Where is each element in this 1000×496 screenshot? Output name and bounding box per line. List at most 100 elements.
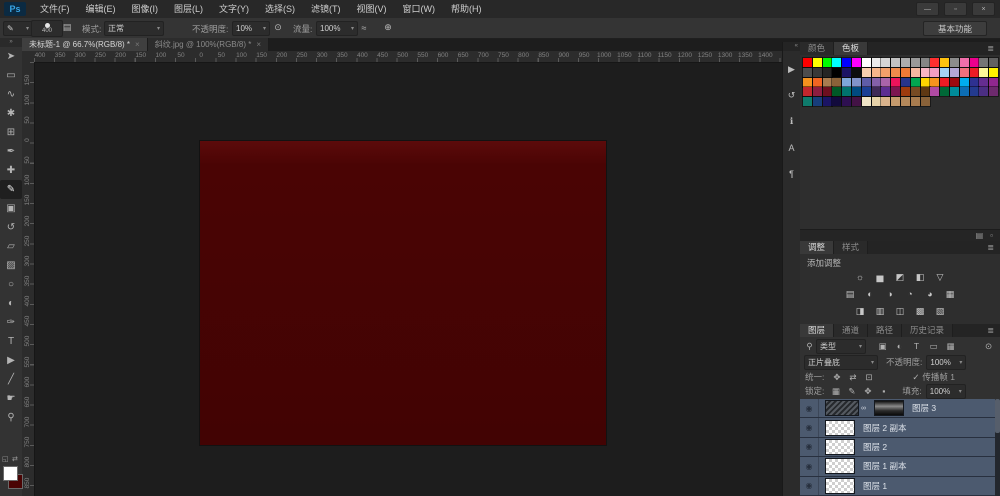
filter-adjustment-layers-icon[interactable]: ◐: [893, 341, 906, 352]
color-swatch[interactable]: [978, 86, 990, 98]
lock-image-pixels-icon[interactable]: ✎: [845, 386, 858, 397]
restore-button[interactable]: ▫: [944, 2, 967, 16]
menu-item-edit[interactable]: 编辑(E): [78, 0, 124, 18]
color-swatch[interactable]: [988, 86, 1000, 98]
color-swatch[interactable]: [860, 86, 872, 98]
expand-dock-button[interactable]: «: [783, 42, 800, 51]
propagate-check-icon[interactable]: ✓: [909, 372, 922, 383]
color-swatch[interactable]: [919, 66, 931, 78]
color-swatch[interactable]: [870, 86, 882, 98]
color-swatch[interactable]: [870, 66, 882, 78]
color-swatch[interactable]: [988, 76, 1000, 88]
path-selection-tool[interactable]: ▶: [0, 351, 22, 370]
color-swatch[interactable]: [890, 86, 902, 98]
color-swatch[interactable]: [860, 96, 872, 108]
line-shape-tool[interactable]: ╱: [0, 370, 22, 389]
tool-preset-picker[interactable]: ✎ ▾: [3, 21, 33, 36]
default-colors-icon[interactable]: ◱: [2, 455, 9, 463]
horizontal-ruler[interactable]: 400 350 300 250 200 150 100 50 0 50 100 150 200 250 30…: [34, 51, 782, 63]
color-swatch[interactable]: [870, 96, 882, 108]
swap-colors-icon[interactable]: ⇄: [12, 455, 18, 463]
color-swatch[interactable]: [899, 66, 911, 78]
filter-shape-layers-icon[interactable]: ▭: [927, 341, 940, 352]
foreground-color-swatch[interactable]: [3, 466, 18, 481]
visibility-toggle[interactable]: ◉: [800, 476, 819, 495]
filter-type-layers-icon[interactable]: T: [910, 341, 923, 352]
channel-mixer-icon[interactable]: ◕: [923, 288, 937, 300]
color-swatch[interactable]: [860, 76, 872, 88]
menu-item-image[interactable]: 图像(I): [124, 0, 167, 18]
layer-row[interactable]: ◉ ∞ 图层 3: [800, 399, 1000, 419]
color-swatch[interactable]: [968, 86, 980, 98]
color-swatch[interactable]: [821, 86, 833, 98]
filter-pixel-layers-icon[interactable]: ▣: [876, 341, 889, 352]
color-swatch[interactable]: [821, 96, 833, 108]
color-swatch[interactable]: [811, 76, 823, 88]
menu-item-type[interactable]: 文字(Y): [211, 0, 257, 18]
color-swatch[interactable]: [850, 86, 862, 98]
color-swatch[interactable]: [841, 86, 853, 98]
panel-menu-icon[interactable]: ≣: [987, 324, 998, 337]
color-swatch[interactable]: [811, 66, 823, 78]
color-swatch[interactable]: [811, 57, 823, 68]
history-brush-tool[interactable]: ↺: [0, 218, 22, 237]
move-tool[interactable]: ➤: [0, 47, 22, 66]
color-swatch[interactable]: [880, 57, 892, 68]
eyedropper-tool[interactable]: ✒: [0, 142, 22, 161]
color-swatch[interactable]: [939, 76, 951, 88]
color-swatch[interactable]: [811, 86, 823, 98]
color-swatch[interactable]: [802, 86, 813, 98]
panel-menu-icon[interactable]: ≣: [987, 241, 998, 254]
color-swatch[interactable]: [919, 76, 931, 88]
curves-icon[interactable]: ◩: [893, 271, 907, 283]
color-swatch[interactable]: [988, 57, 1000, 68]
color-swatch[interactable]: [841, 96, 853, 108]
layer-thumbnail[interactable]: [825, 458, 855, 475]
quick-mask-button[interactable]: ◎: [0, 492, 22, 496]
color-swatch[interactable]: [821, 57, 833, 68]
color-swatch[interactable]: [929, 57, 941, 68]
color-swatch[interactable]: [948, 86, 960, 98]
color-swatch[interactable]: [821, 66, 833, 78]
document-tab-1[interactable]: 未标题-1 @ 66.7%(RGB/8) * ×: [22, 38, 148, 51]
color-swatch[interactable]: [958, 86, 970, 98]
color-swatch[interactable]: [909, 57, 921, 68]
character-panel-icon[interactable]: A: [783, 140, 800, 155]
color-swatch[interactable]: [968, 66, 980, 78]
layer-filter-type-select[interactable]: 类型 ▾: [816, 338, 866, 354]
document-tab-2[interactable]: 斜纹.jpg @ 100%(RGB/8) * ×: [147, 38, 269, 51]
menu-item-window[interactable]: 窗口(W): [395, 0, 444, 18]
color-swatch[interactable]: [899, 86, 911, 98]
color-swatch[interactable]: [958, 66, 970, 78]
color-lookup-icon[interactable]: ▦: [943, 288, 957, 300]
color-swatch[interactable]: [802, 66, 813, 78]
color-swatch[interactable]: [850, 66, 862, 78]
black-white-icon[interactable]: ◑: [883, 288, 897, 300]
color-swatch[interactable]: [821, 76, 833, 88]
tab-close-icon[interactable]: ×: [256, 40, 261, 49]
color-balance-icon[interactable]: ◐: [863, 288, 877, 300]
pen-tool[interactable]: ✑: [0, 313, 22, 332]
color-swatch[interactable]: [968, 57, 980, 68]
minimize-button[interactable]: —: [916, 2, 939, 16]
color-swatch[interactable]: [831, 57, 843, 68]
color-swatch[interactable]: [948, 57, 960, 68]
color-swatch[interactable]: [880, 66, 892, 78]
visibility-toggle[interactable]: ◉: [800, 399, 819, 418]
color-swatch[interactable]: [909, 66, 921, 78]
color-swatch[interactable]: [841, 57, 853, 68]
color-swatch[interactable]: [929, 86, 941, 98]
color-swatch[interactable]: [880, 76, 892, 88]
hand-tool[interactable]: ☛: [0, 389, 22, 408]
eraser-tool[interactable]: ▱: [0, 237, 22, 256]
layer-row[interactable]: ◉ 图层 1: [800, 476, 1000, 496]
layer-thumbnail[interactable]: [825, 438, 855, 455]
layer-image-thumbnail[interactable]: [874, 400, 904, 417]
dodge-tool[interactable]: ◐: [0, 294, 22, 313]
layer-thumbnail[interactable]: [825, 419, 855, 436]
layers-tab-图层[interactable]: 图层: [800, 324, 835, 337]
adjustments-tab-调整[interactable]: 调整: [800, 241, 835, 254]
color-swatch[interactable]: [850, 96, 862, 108]
layers-tab-路径[interactable]: 路径: [868, 324, 903, 337]
color-swatch[interactable]: [831, 96, 843, 108]
